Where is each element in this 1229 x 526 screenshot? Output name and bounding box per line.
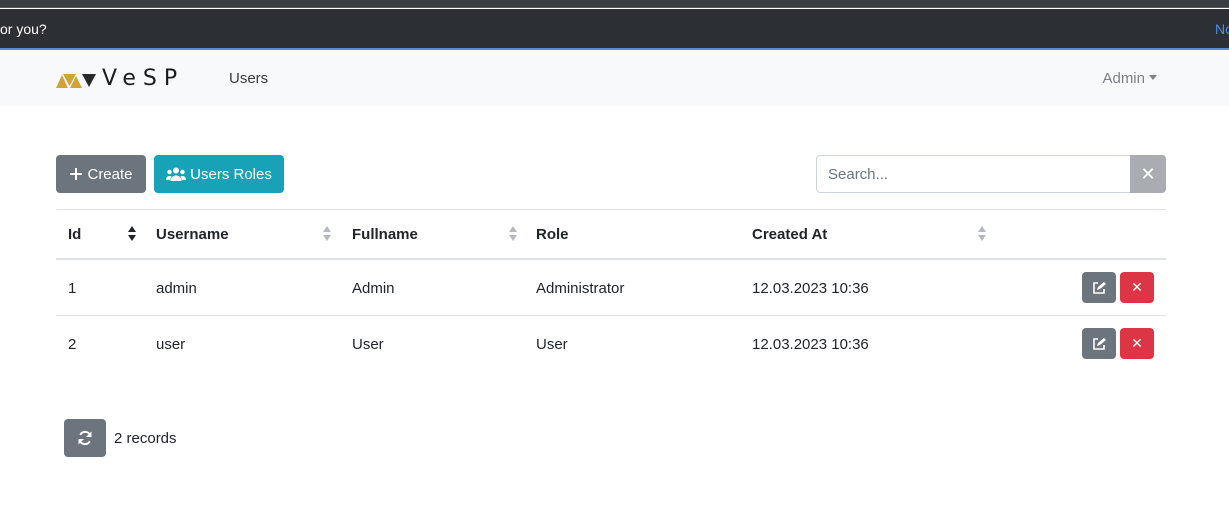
logo-mark-icon	[56, 74, 96, 88]
nav-users-link[interactable]: Users	[229, 70, 268, 87]
user-menu-label: Admin	[1102, 70, 1145, 87]
table-row: 2 user User User 12.03.2023 10:36 ✕	[56, 316, 1166, 372]
delete-icon: ✕	[1131, 335, 1143, 351]
caret-down-icon	[1149, 75, 1157, 80]
records-count: 2 records	[114, 430, 177, 447]
cell-created-at: 12.03.2023 10:36	[752, 280, 869, 297]
edit-button[interactable]	[1082, 272, 1116, 303]
edit-button[interactable]	[1082, 328, 1116, 359]
sort-icon-username[interactable]	[323, 226, 331, 242]
cell-created-at: 12.03.2023 10:36	[752, 336, 869, 353]
sort-icon-created-at[interactable]	[978, 226, 986, 242]
browser-top-strip	[0, 0, 1229, 8]
browser-info-bar: or you? No	[0, 9, 1229, 50]
refresh-icon	[78, 430, 92, 446]
users-roles-button[interactable]: Users Roles	[154, 155, 284, 193]
create-button[interactable]: Create	[56, 155, 146, 193]
column-header-created-at[interactable]: Created At	[752, 226, 827, 243]
column-header-fullname[interactable]: Fullname	[352, 226, 418, 243]
cell-username: admin	[156, 280, 197, 297]
refresh-button[interactable]	[64, 419, 106, 457]
edit-icon	[1093, 337, 1106, 350]
search-input[interactable]	[816, 155, 1131, 193]
delete-button[interactable]: ✕	[1120, 328, 1154, 359]
navbar: VeSP Users Admin	[0, 51, 1229, 106]
column-header-username[interactable]: Username	[156, 226, 229, 243]
edit-icon	[1093, 281, 1106, 294]
cell-fullname: User	[352, 336, 384, 353]
search-clear-button[interactable]: ✕	[1130, 155, 1166, 193]
cell-id: 1	[68, 280, 77, 297]
column-header-role: Role	[536, 226, 569, 243]
create-button-label: Create	[87, 165, 133, 183]
delete-button[interactable]: ✕	[1120, 272, 1154, 303]
users-roles-button-label: Users Roles	[190, 165, 272, 183]
cell-role: Administrator	[536, 280, 625, 297]
cell-fullname: Admin	[352, 280, 395, 297]
info-bar-link[interactable]: No	[1215, 21, 1229, 37]
user-menu-dropdown[interactable]: Admin	[1102, 70, 1157, 87]
sort-icon-fullname[interactable]	[509, 226, 517, 242]
cell-username: user	[156, 336, 186, 353]
brand-logo[interactable]: VeSP	[56, 68, 184, 90]
cell-role: User	[536, 336, 568, 353]
users-group-icon	[166, 167, 187, 181]
info-bar-message: or you?	[0, 21, 47, 37]
close-icon: ✕	[1140, 163, 1156, 184]
table-row: 1 admin Admin Administrator 12.03.2023 1…	[56, 260, 1166, 316]
table-top-border	[56, 209, 1166, 210]
sort-icon-id[interactable]	[128, 226, 136, 242]
cell-id: 2	[68, 336, 77, 353]
plus-icon	[69, 167, 83, 181]
brand-wordmark: VeSP	[102, 66, 185, 91]
column-header-id[interactable]: Id	[68, 226, 81, 243]
delete-icon: ✕	[1131, 279, 1143, 295]
